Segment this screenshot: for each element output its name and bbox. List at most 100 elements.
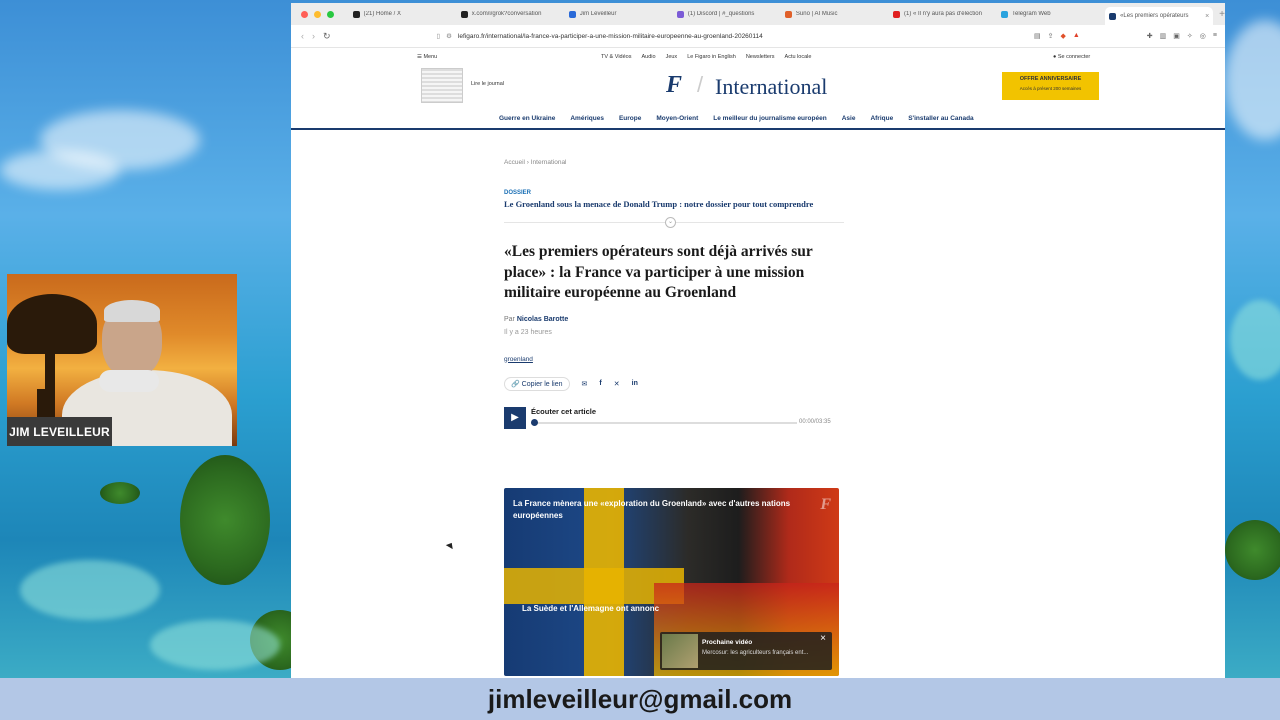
new-tab-button[interactable]: + (1219, 9, 1225, 20)
link-icon: 🔗 (511, 380, 520, 388)
tab-favicon-icon (568, 10, 576, 18)
offer-button[interactable]: OFFRE ANNIVERSAIRE Accès à présent 200 s… (1002, 72, 1099, 100)
tab-bar: (21) Home / X x.com/i/grok?conversation … (291, 3, 1225, 25)
audio-player: ▶ Écouter cet article 00:00/03:35 (504, 406, 844, 429)
window-controls (291, 10, 349, 18)
browser-window: (21) Home / X x.com/i/grok?conversation … (291, 3, 1225, 678)
util-link-audio[interactable]: Audio (641, 54, 655, 60)
tab-favicon-icon (1109, 12, 1117, 20)
browser-tab[interactable]: Jim Leveilleur (565, 10, 673, 18)
extensions-icon[interactable]: ✚ (1147, 32, 1153, 40)
video-title: La France mènera une «exploration du Gro… (513, 499, 791, 520)
nav-item[interactable]: Amériques (570, 115, 604, 122)
back-icon[interactable]: ‹ (301, 31, 304, 41)
presenter-name-tag: JIM LEVEILLEUR (7, 417, 112, 446)
chevron-down-icon[interactable]: ⌄ (665, 217, 676, 228)
play-icon[interactable]: ▶ (504, 406, 526, 429)
read-paper-link[interactable]: Lire le journal (471, 81, 504, 87)
newspaper-thumbnail[interactable] (421, 68, 463, 103)
url-text[interactable]: lefigaro.fr/international/la-france-va-p… (458, 33, 763, 40)
audio-time: 00:00/03:35 (799, 418, 831, 425)
nav-item[interactable]: Asie (842, 115, 856, 122)
contact-email: jimleveilleur@gmail.com (487, 683, 793, 714)
reload-icon[interactable]: ↻ (323, 31, 331, 42)
tab-favicon-icon (676, 10, 684, 18)
microphone-icon (99, 370, 159, 392)
copy-link-button[interactable]: 🔗 Copier le lien (504, 376, 570, 391)
section-title[interactable]: International (715, 74, 827, 100)
browser-tab[interactable]: Suno | AI Music (781, 10, 889, 18)
listen-label: Écouter cet article (531, 406, 597, 416)
author-link[interactable]: Nicolas Barotte (517, 316, 568, 323)
address-bar[interactable]: ▯ ⚙ lefigaro.fr/international/la-france-… (347, 32, 1034, 41)
browser-tab[interactable]: (1) « Il n'y aura pas d'élection (889, 10, 997, 18)
close-tab-icon[interactable]: × (1205, 13, 1209, 20)
user-icon: ● (1053, 54, 1057, 60)
util-link-actu-locale[interactable]: Actu locale (785, 54, 812, 60)
linkedin-share-icon[interactable]: in (632, 380, 638, 387)
util-link-tv[interactable]: TV & Vidéos (601, 54, 631, 60)
nav-item[interactable]: Guerre en Ukraine (499, 115, 555, 122)
email-share-icon[interactable]: ✉ (582, 380, 588, 388)
utility-links: TV & Vidéos Audio Jeux Le Figaro in Engl… (601, 54, 811, 60)
share-icon[interactable]: ⇪ (1048, 32, 1054, 40)
util-link-jeux[interactable]: Jeux (666, 54, 678, 60)
logo-divider: / (697, 72, 704, 97)
wallet-icon[interactable]: ▣ (1173, 32, 1180, 40)
figaro-watermark-icon: F (820, 496, 831, 513)
brave-shield-icon[interactable]: ◆ (1060, 32, 1065, 40)
minimize-window-button[interactable] (314, 10, 321, 18)
dossier-link[interactable]: Le Groenland sous la menace de Donald Tr… (504, 198, 844, 210)
x-share-icon[interactable]: ✕ (614, 380, 620, 388)
brave-rewards-icon[interactable]: ▲ (1073, 32, 1080, 40)
section-nav: Guerre en Ukraine Amériques Europe Moyen… (291, 108, 1225, 130)
divider: ⌄ (504, 214, 844, 232)
breadcrumb[interactable]: Accueil › International (504, 159, 844, 166)
audio-scrubber[interactable] (531, 418, 538, 426)
maximize-window-button[interactable] (327, 10, 334, 18)
nav-item[interactable]: Moyen-Orient (656, 115, 698, 122)
figaro-logo[interactable]: F (666, 72, 682, 99)
forward-icon[interactable]: › (312, 31, 315, 41)
browser-tab[interactable]: (21) Home / X (349, 10, 457, 18)
next-video-card[interactable]: Prochaine vidéo Mercosur: les agriculteu… (660, 632, 832, 670)
leo-icon[interactable]: ✧ (1187, 32, 1193, 40)
browser-tab[interactable]: x.com/i/grok?conversation (457, 10, 565, 18)
bookmark-icon[interactable]: ▯ (437, 32, 441, 40)
tab-favicon-icon (352, 10, 360, 18)
facebook-share-icon[interactable]: f (599, 380, 601, 387)
video-subtitle: La Suède et l'Allemagne ont annonc (522, 604, 660, 613)
publish-time: Il y a 23 heures (504, 328, 552, 336)
browser-toolbar: ‹ › ↻ ▯ ⚙ lefigaro.fr/international/la-f… (291, 25, 1225, 48)
site-menu-button[interactable]: ☰ Menu (417, 54, 437, 60)
next-video-thumbnail (662, 634, 698, 668)
audio-progress-bar[interactable] (531, 421, 797, 424)
byline: Par Nicolas Barotte (504, 315, 569, 323)
nav-item[interactable]: Afrique (870, 115, 893, 122)
video-player[interactable]: La France mènera une «exploration du Gro… (504, 488, 839, 676)
util-link-english[interactable]: Le Figaro in English (687, 54, 736, 60)
close-window-button[interactable] (301, 10, 308, 18)
article-headline: «Les premiers opérateurs sont déjà arriv… (504, 243, 813, 301)
vpn-icon[interactable]: ◎ (1200, 32, 1206, 40)
nav-item[interactable]: Europe (619, 115, 641, 122)
nav-item[interactable]: Le meilleur du journalisme européen (713, 115, 826, 122)
tab-favicon-icon (460, 10, 468, 18)
next-video-label: Prochaine vidéo (702, 639, 753, 646)
topic-link[interactable]: groenland (504, 356, 844, 363)
login-link[interactable]: ● Se connecter (1053, 54, 1090, 60)
browser-tab[interactable]: (1) Discord | #_questions (673, 10, 781, 18)
reader-icon[interactable]: ▤ (1034, 32, 1041, 40)
share-bar: 🔗 Copier le lien ✉ f ✕ in (504, 376, 844, 391)
toolbar-icons: ▤ ⇪ ◆ ▲ ✚ ▥ ▣ ✧ ◎ ≡ (1034, 32, 1217, 40)
util-link-newsletters[interactable]: Newsletters (746, 54, 775, 60)
close-icon[interactable]: × (820, 633, 826, 644)
browser-tab-active[interactable]: «Les premiers opérateurs × (1105, 7, 1214, 25)
nav-item[interactable]: S'installer au Canada (908, 115, 974, 122)
site-settings-icon[interactable]: ⚙ (446, 32, 452, 40)
sidebar-icon[interactable]: ▥ (1160, 32, 1167, 40)
tab-favicon-icon (1001, 10, 1009, 18)
browser-tab[interactable]: Telegram Web (997, 10, 1105, 18)
menu-icon[interactable]: ≡ (1213, 32, 1217, 40)
tab-favicon-icon (892, 10, 900, 18)
